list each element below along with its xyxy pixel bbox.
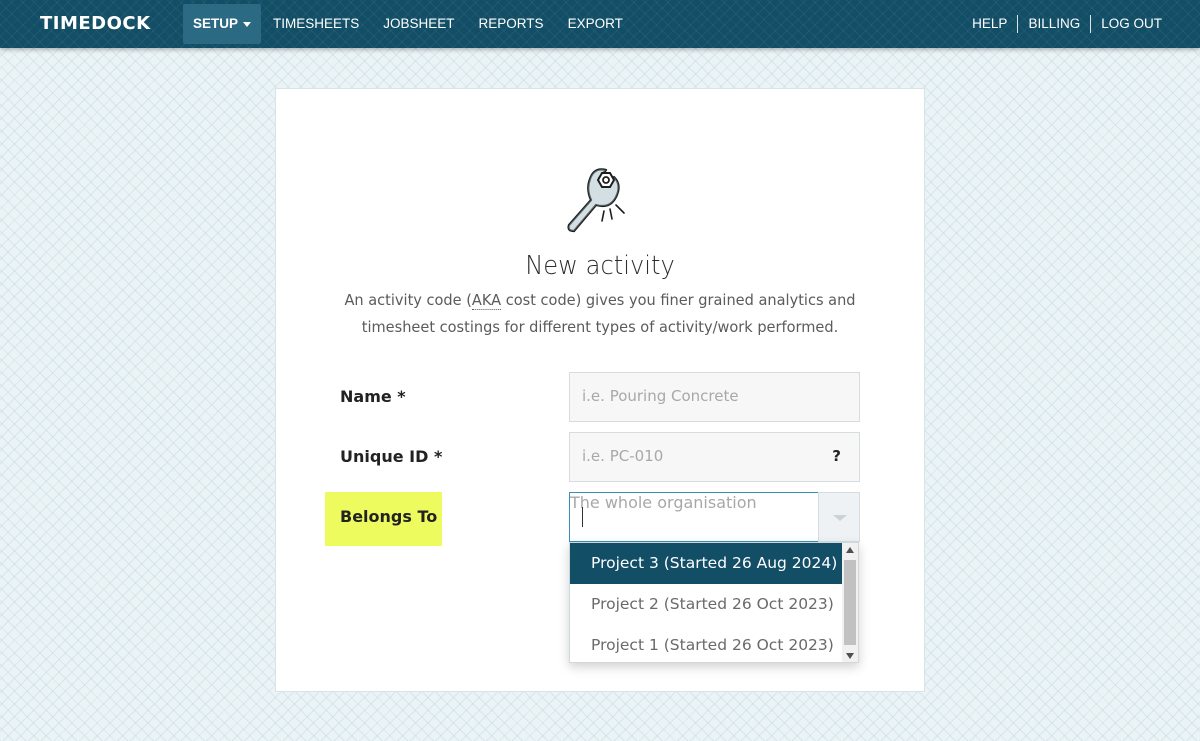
page-title: New activity	[525, 251, 675, 281]
nav-divider	[1090, 15, 1092, 33]
scroll-up-icon[interactable]	[846, 547, 854, 553]
main-nav: SETUP TIMESHEETS JOBSHEET REPORTS EXPORT	[183, 4, 635, 44]
dropdown-scrollbar[interactable]	[842, 543, 858, 662]
unique-id-field[interactable]: i.e. PC-010 ?	[569, 432, 860, 482]
nav-logout[interactable]: LOG OUT	[1091, 4, 1172, 44]
top-navbar: TIMEDOCK SETUP TIMESHEETS JOBSHEET REPOR…	[0, 0, 1200, 48]
scroll-down-icon[interactable]	[846, 653, 854, 659]
unique-id-label: Unique ID *	[340, 447, 443, 466]
option-project-1[interactable]: Project 1 (Started 26 Oct 2023)	[570, 625, 843, 662]
nav-jobsheet[interactable]: JOBSHEET	[371, 4, 466, 44]
account-nav: HELP BILLING LOG OUT	[962, 4, 1172, 44]
caret-down-icon	[243, 21, 252, 27]
belongs-to-select[interactable]: The whole organisation	[569, 492, 819, 542]
belongs-to-options: Project 3 (Started 26 Aug 2024) Project …	[569, 542, 859, 663]
page-description: An activity code (AKA cost code) gives y…	[344, 287, 856, 341]
aka-abbreviation: AKA	[471, 291, 502, 310]
option-project-2[interactable]: Project 2 (Started 26 Oct 2023)	[570, 584, 843, 625]
nav-help[interactable]: HELP	[962, 4, 1017, 44]
name-placeholder: i.e. Pouring Concrete	[582, 387, 739, 405]
unique-id-placeholder: i.e. PC-010	[582, 447, 664, 465]
wrench-icon	[567, 168, 625, 233]
belongs-to-label: Belongs To	[340, 507, 438, 526]
help-icon[interactable]: ?	[832, 447, 841, 465]
nav-divider	[1017, 15, 1019, 33]
name-field[interactable]: i.e. Pouring Concrete	[569, 372, 860, 422]
chevron-down-icon	[833, 515, 847, 521]
nav-billing[interactable]: BILLING	[1018, 4, 1090, 44]
brand-logo[interactable]: TIMEDOCK	[40, 13, 151, 34]
scroll-thumb[interactable]	[844, 560, 856, 645]
description-text: An activity code (	[344, 291, 472, 309]
nav-setup[interactable]: SETUP	[183, 4, 262, 44]
nav-setup-label: SETUP	[193, 16, 239, 31]
text-cursor	[582, 507, 583, 527]
nav-reports[interactable]: REPORTS	[467, 4, 556, 44]
option-project-3[interactable]: Project 3 (Started 26 Aug 2024)	[570, 543, 843, 584]
belongs-to-placeholder: The whole organisation	[570, 493, 757, 512]
nav-timesheets[interactable]: TIMESHEETS	[261, 4, 371, 44]
nav-export[interactable]: EXPORT	[556, 4, 635, 44]
belongs-to-dropdown-toggle[interactable]	[818, 492, 860, 542]
name-label: Name *	[340, 387, 406, 406]
